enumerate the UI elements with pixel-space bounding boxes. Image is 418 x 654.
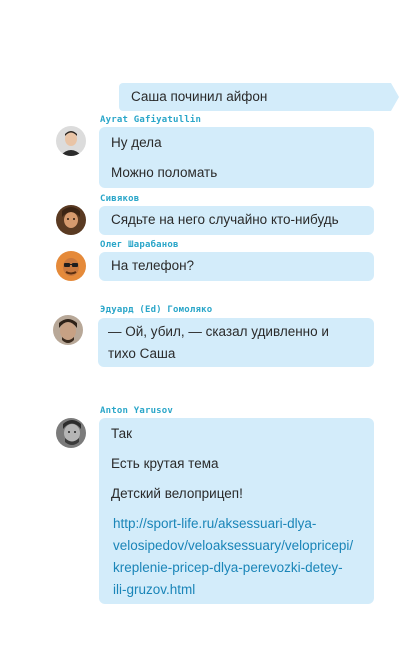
- link-line[interactable]: ili-gruzov.html: [113, 579, 369, 601]
- bubble-tail-icon: [391, 83, 399, 111]
- message-text: На телефон?: [111, 258, 195, 273]
- message-text: Ну дела: [111, 135, 162, 150]
- message-bubble[interactable]: Сядьте на него случайно кто-нибудь: [99, 206, 374, 235]
- message-text: — Ой, убил, — сказал удивленно и: [108, 324, 329, 339]
- message-text: Можно поломать: [111, 165, 218, 180]
- chat-window: Саша починил айфон Ayrat Gafiyatullin Ну…: [0, 0, 418, 654]
- link-line[interactable]: kreplenie-pricep-dlya-perevozki-detey-: [113, 557, 369, 579]
- own-message-text: Саша починил айфон: [131, 89, 268, 104]
- message-author[interactable]: Олег Шарабанов: [100, 240, 179, 250]
- avatar-eduard-icon[interactable]: [53, 315, 83, 345]
- message-author[interactable]: Сивяков: [100, 194, 139, 204]
- message-text: Сядьте на него случайно кто-нибудь: [111, 212, 339, 227]
- message-bubble[interactable]: Так Есть крутая тема Детский велоприцеп!…: [99, 418, 374, 604]
- message-text: Так: [111, 426, 133, 441]
- message-text: Детский велоприцеп!: [111, 486, 243, 501]
- message-bubble[interactable]: На телефон?: [99, 252, 374, 281]
- avatar-anton-icon[interactable]: [56, 418, 86, 448]
- avatar-oleg-icon[interactable]: [56, 251, 86, 281]
- message-text: Есть крутая тема: [111, 456, 219, 471]
- message-link[interactable]: http://sport-life.ru/aksessuari-dlya- ve…: [111, 513, 369, 601]
- message-bubble[interactable]: — Ой, убил, — сказал удивленно и тихо Са…: [98, 318, 374, 367]
- avatar-sivyakov-icon[interactable]: [56, 205, 86, 235]
- link-line[interactable]: http://sport-life.ru/aksessuari-dlya-: [113, 513, 369, 535]
- message-author[interactable]: Эдуард (Ed) Гомоляко: [100, 305, 212, 315]
- message-text: тихо Саша: [108, 346, 176, 361]
- avatar-ayrat-icon[interactable]: [56, 126, 86, 156]
- message-author[interactable]: Anton Yarusov: [100, 406, 173, 416]
- own-message-bubble[interactable]: Саша починил айфон: [119, 83, 399, 111]
- message-bubble[interactable]: Ну дела Можно поломать: [99, 127, 374, 188]
- message-author[interactable]: Ayrat Gafiyatullin: [100, 115, 201, 125]
- link-line[interactable]: velosipedov/veloaksessuary/velopricepi/: [113, 535, 369, 557]
